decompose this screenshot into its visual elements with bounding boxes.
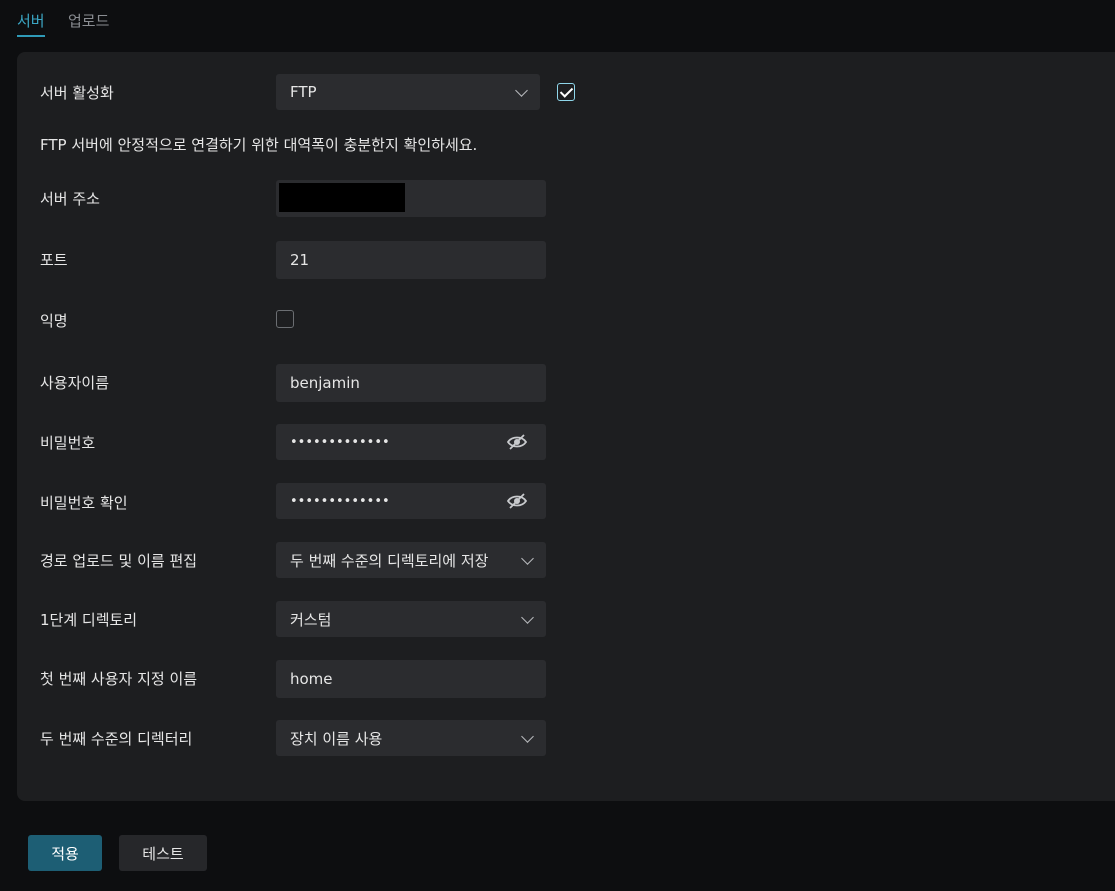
eye-off-icon[interactable]: [506, 433, 528, 451]
tab-bar: 서버 업로드: [0, 0, 1115, 40]
server-address-label: 서버 주소: [40, 190, 100, 208]
path-edit-select[interactable]: 두 번째 수준의 디렉토리에 저장: [276, 542, 546, 578]
server-enable-label: 서버 활성화: [40, 84, 114, 102]
password-label: 비밀번호: [40, 434, 96, 452]
port-label: 포트: [40, 251, 68, 269]
eye-off-icon[interactable]: [506, 492, 528, 510]
protocol-select-value: FTP: [290, 83, 317, 101]
password-input[interactable]: •••••••••••••: [276, 424, 546, 460]
chevron-down-icon: [521, 611, 534, 624]
username-value: benjamin: [290, 374, 360, 392]
first-level-dir-label: 1단계 디렉토리: [40, 611, 138, 629]
chevron-down-icon: [515, 84, 528, 97]
password-confirm-input[interactable]: •••••••••••••: [276, 483, 546, 519]
second-level-dir-value: 장치 이름 사용: [290, 729, 383, 748]
password-confirm-value: •••••••••••••: [290, 493, 390, 509]
port-value: 21: [290, 251, 310, 269]
first-level-dir-select[interactable]: 커스텀: [276, 601, 546, 637]
tab-upload[interactable]: 업로드: [68, 10, 109, 35]
first-custom-name-value: home: [290, 670, 333, 688]
chevron-down-icon: [521, 552, 534, 565]
protocol-select[interactable]: FTP: [276, 74, 540, 110]
port-input[interactable]: 21: [276, 241, 546, 279]
anonymous-label: 익명: [40, 312, 68, 330]
apply-button[interactable]: 적용: [28, 835, 102, 871]
server-address-input[interactable]: [276, 180, 546, 217]
path-edit-label: 경로 업로드 및 이름 편집: [40, 552, 198, 570]
server-enable-checkbox[interactable]: [557, 83, 575, 101]
second-level-dir-select[interactable]: 장치 이름 사용: [276, 720, 546, 756]
path-edit-value: 두 번째 수준의 디렉토리에 저장: [290, 551, 489, 570]
chevron-down-icon: [521, 730, 534, 743]
test-button[interactable]: 테스트: [119, 835, 207, 871]
first-custom-name-label: 첫 번째 사용자 지정 이름: [40, 670, 198, 688]
first-custom-name-input[interactable]: home: [276, 660, 546, 698]
anonymous-checkbox[interactable]: [276, 310, 294, 328]
second-level-dir-label: 두 번째 수준의 디렉터리: [40, 730, 193, 748]
password-confirm-label: 비밀번호 확인: [40, 494, 128, 512]
tab-server[interactable]: 서버: [17, 10, 45, 37]
username-label: 사용자이름: [40, 374, 110, 392]
username-input[interactable]: benjamin: [276, 364, 546, 402]
bandwidth-info-text: FTP 서버에 안정적으로 연결하기 위한 대역폭이 충분한지 확인하세요.: [40, 136, 478, 154]
password-value: •••••••••••••: [290, 434, 390, 450]
redacted-block: [279, 183, 405, 212]
first-level-dir-value: 커스텀: [290, 610, 332, 629]
